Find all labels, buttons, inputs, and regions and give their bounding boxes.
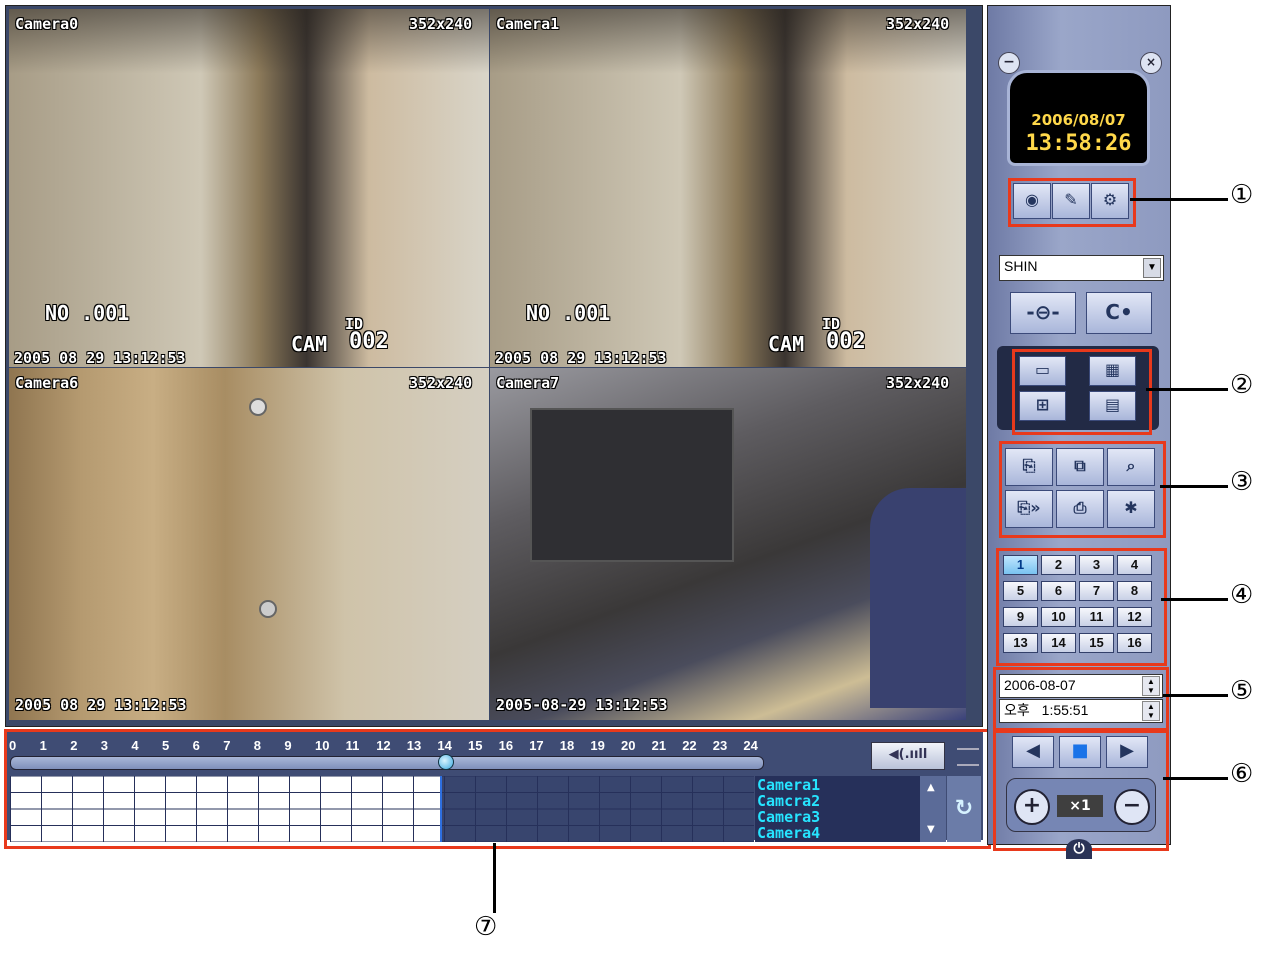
callout-leader-1 — [1130, 198, 1228, 201]
server-select[interactable]: SHIN ▼ — [999, 255, 1164, 281]
channel-button-6[interactable]: 6 — [1041, 581, 1076, 601]
channel-button-4[interactable]: 4 — [1117, 555, 1152, 575]
callout-number-2: ② — [1230, 370, 1254, 400]
camera-cam-label: CAM — [291, 332, 328, 356]
cabinet-knob-icon — [259, 600, 277, 618]
callout-number-4: ④ — [1230, 580, 1254, 610]
camera-name: Camera0 — [15, 15, 79, 33]
callout-box-3 — [999, 441, 1166, 538]
camera-timestamp: 2005 08 29 13:12:53 — [15, 696, 187, 714]
camera-name: Camera1 — [496, 15, 560, 33]
callout-leader-3 — [1160, 485, 1228, 488]
camera-timestamp: 2005-08-29 13:12:53 — [496, 696, 668, 714]
channel-button-8[interactable]: 8 — [1117, 581, 1152, 601]
callout-box-2 — [1012, 349, 1152, 435]
callout-number-1: ① — [1230, 180, 1254, 210]
clock-time: 13:58:26 — [1025, 131, 1132, 156]
channel-button-5[interactable]: 5 — [1003, 581, 1038, 601]
channel-button-14[interactable]: 14 — [1041, 633, 1076, 653]
callout-box-7 — [4, 729, 991, 849]
channel-button-15[interactable]: 15 — [1079, 633, 1114, 653]
camera-timestamp: 2005 08 29 13:12:53 — [495, 349, 667, 367]
camera-view-1[interactable]: Camera1 352x240 NO .001 CAM ID 002 2005 … — [490, 9, 966, 367]
channel-button-10[interactable]: 10 — [1041, 607, 1076, 627]
channel-button-12[interactable]: 12 — [1117, 607, 1152, 627]
camera-id-value: 002 — [826, 329, 866, 354]
callout-leader-2 — [1146, 388, 1228, 391]
server-select-value: SHIN — [1004, 258, 1038, 274]
person-shape — [870, 488, 966, 708]
channel-button-7[interactable]: 7 — [1079, 581, 1114, 601]
camera-timestamp: 2005 08 29 13:12:53 — [14, 349, 186, 367]
camera-no-label: NO .001 — [526, 301, 611, 325]
clock-date: 2006/08/07 — [1031, 111, 1126, 129]
callout-number-5: ⑤ — [1230, 676, 1254, 706]
callout-number-6: ⑥ — [1230, 759, 1254, 789]
channel-button-16[interactable]: 16 — [1117, 633, 1152, 653]
callout-box-1 — [1008, 178, 1136, 227]
clock-display: 2006/08/07 13:58:26 — [1007, 70, 1150, 166]
camera-no-label: NO .001 — [45, 301, 130, 325]
callout-leader-6 — [1163, 777, 1228, 780]
camera-view-7[interactable]: Camera7 352x240 2005-08-29 13:12:53 — [490, 368, 966, 720]
callout-leader-5 — [1163, 694, 1228, 697]
power-icon[interactable]: ⏻ — [1066, 839, 1092, 859]
camera-id-value: 002 — [349, 329, 389, 354]
callout-leader-4 — [1161, 598, 1228, 601]
callout-box-6 — [993, 728, 1169, 851]
camera-resolution: 352x240 — [886, 374, 950, 392]
channel-button-1[interactable]: 1 — [1003, 555, 1038, 575]
callout-leader-7 — [493, 843, 496, 913]
connect-icon[interactable]: -⊖- — [1010, 292, 1076, 334]
channel-button-3[interactable]: 3 — [1079, 555, 1114, 575]
camera-resolution: 352x240 — [409, 374, 473, 392]
camera-name: Camera6 — [15, 374, 79, 392]
chevron-down-icon[interactable]: ▼ — [1143, 258, 1161, 278]
monitor-shape — [530, 408, 734, 562]
camera-name: Camera7 — [496, 374, 560, 392]
video-viewer: Camera0 352x240 NO .001 CAM ID 002 2005 … — [5, 5, 983, 727]
camera-resolution: 352x240 — [409, 15, 473, 33]
callout-number-7: ⑦ — [474, 912, 498, 942]
minimize-icon[interactable]: − — [998, 52, 1020, 74]
camera-view-6[interactable]: Camera6 352x240 2005 08 29 13:12:53 — [9, 368, 489, 720]
cabinet-knob-icon — [249, 398, 267, 416]
callout-number-3: ③ — [1230, 467, 1254, 497]
channel-button-13[interactable]: 13 — [1003, 633, 1038, 653]
channel-button-2[interactable]: 2 — [1041, 555, 1076, 575]
callout-box-5 — [993, 667, 1169, 733]
channel-button-11[interactable]: 11 — [1079, 607, 1114, 627]
close-icon[interactable]: × — [1140, 52, 1162, 74]
camera-resolution: 352x240 — [886, 15, 950, 33]
camera-view-0[interactable]: Camera0 352x240 NO .001 CAM ID 002 2005 … — [9, 9, 489, 367]
disconnect-icon[interactable]: C• — [1086, 292, 1152, 334]
channel-button-9[interactable]: 9 — [1003, 607, 1038, 627]
camera-cam-label: CAM — [768, 332, 805, 356]
